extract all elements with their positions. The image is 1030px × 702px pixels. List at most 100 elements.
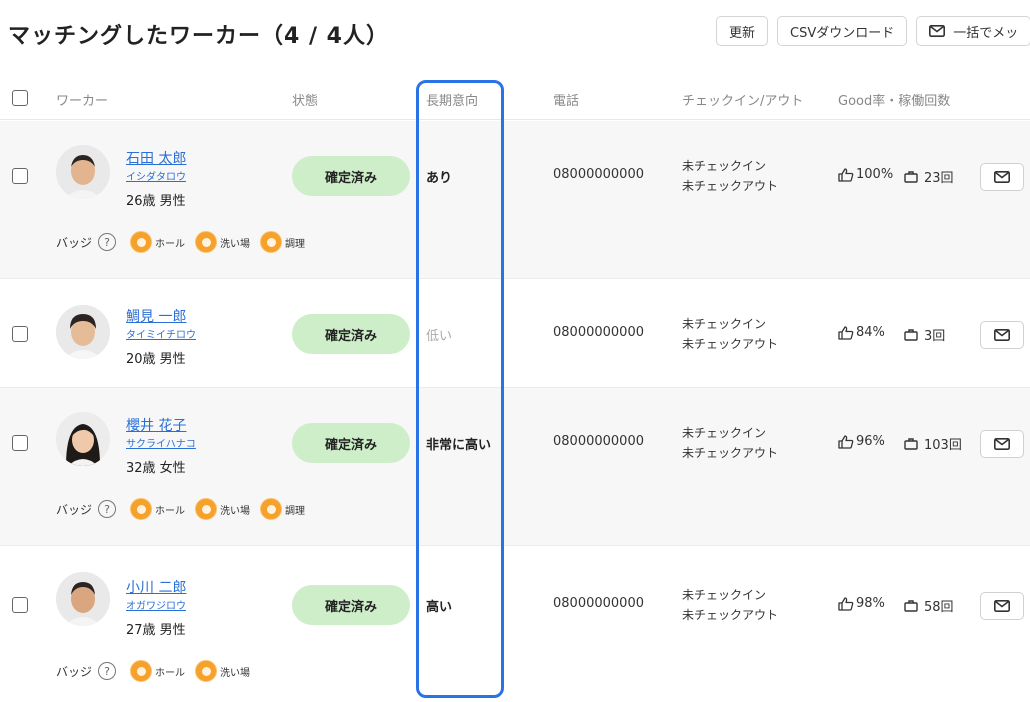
message-button[interactable] bbox=[980, 592, 1024, 620]
row-checkbox[interactable] bbox=[12, 326, 28, 342]
badge-list: バッジ ? ホール 洗い場 調理 bbox=[56, 231, 315, 253]
badge-hall: ホール bbox=[130, 231, 185, 253]
avatar bbox=[56, 572, 110, 626]
badge-cooking: 調理 bbox=[260, 231, 305, 253]
long-term-intent: 低い bbox=[426, 329, 453, 344]
checkin-status: 未チェックイン 未チェックアウト bbox=[682, 156, 778, 196]
long-term-intent: 非常に高い bbox=[426, 438, 492, 453]
good-rate-value: 98% bbox=[856, 596, 885, 611]
status-badge: 確定済み bbox=[292, 314, 410, 354]
mail-icon bbox=[994, 438, 1010, 450]
thumbs-up-icon bbox=[838, 596, 854, 611]
phone-number: 08000000000 bbox=[553, 167, 644, 182]
good-rate: 84% bbox=[838, 325, 885, 340]
worker-name-link[interactable]: 櫻井 花子 bbox=[126, 415, 186, 435]
avatar bbox=[56, 412, 110, 466]
bulk-message-label: 一括でメッ bbox=[953, 25, 1019, 41]
worker-age-gender: 32歳 女性 bbox=[126, 461, 186, 476]
badge-hall: ホール bbox=[130, 498, 185, 520]
work-count: 103回 bbox=[904, 434, 962, 453]
badge-icon bbox=[195, 498, 218, 520]
work-count: 58回 bbox=[904, 596, 954, 615]
checkin-status: 未チェックイン 未チェックアウト bbox=[682, 585, 778, 625]
worker-name-link[interactable]: 石田 太郎 bbox=[126, 148, 186, 168]
help-icon[interactable]: ? bbox=[98, 233, 117, 251]
message-button[interactable] bbox=[980, 163, 1024, 191]
checkin-status: 未チェックイン 未チェックアウト bbox=[682, 314, 778, 354]
badge-label: バッジ bbox=[56, 235, 93, 250]
work-count-value: 58回 bbox=[924, 600, 954, 615]
good-rate: 96% bbox=[838, 434, 885, 449]
checkout-text: 未チェックアウト bbox=[682, 179, 779, 193]
work-count: 23回 bbox=[904, 167, 954, 186]
row-checkbox[interactable] bbox=[12, 435, 28, 451]
badge-dishwash: 洗い場 bbox=[195, 231, 250, 253]
message-button[interactable] bbox=[980, 321, 1024, 349]
worker-kana-link[interactable]: オガワジロウ bbox=[126, 597, 186, 612]
table-header: ワーカー 状態 長期意向 電話 チェックイン/アウト Good率・稼働回数 bbox=[0, 78, 1030, 120]
row-checkbox[interactable] bbox=[12, 168, 28, 184]
badge-list: バッジ ? ホール 洗い場 bbox=[56, 660, 260, 682]
message-button[interactable] bbox=[980, 430, 1024, 458]
badge-icon bbox=[130, 498, 153, 520]
badge-dishwash: 洗い場 bbox=[195, 498, 250, 520]
badge-icon bbox=[195, 660, 218, 682]
mail-icon bbox=[994, 329, 1010, 341]
csv-download-button[interactable]: CSVダウンロード bbox=[777, 16, 908, 46]
thumbs-up-icon bbox=[838, 167, 854, 182]
worker-name-link[interactable]: 小川 二郎 bbox=[126, 577, 186, 597]
worker-kana-link[interactable]: サクライハナコ bbox=[126, 435, 196, 450]
badge-icon bbox=[260, 498, 283, 520]
briefcase-icon bbox=[904, 329, 918, 341]
briefcase-icon bbox=[904, 438, 918, 450]
briefcase-icon bbox=[904, 600, 918, 612]
work-count: 3回 bbox=[904, 325, 945, 344]
table-row: 石田 太郎 イシダタロウ 26歳 男性 確定済み あり 08000000000 … bbox=[0, 121, 1030, 279]
badge-icon bbox=[260, 231, 283, 253]
header-worker: ワーカー bbox=[56, 94, 109, 109]
work-count-value: 3回 bbox=[924, 329, 946, 344]
header-good-rate: Good率・稼働回数 bbox=[838, 94, 951, 109]
avatar bbox=[56, 305, 110, 359]
good-rate-value: 100% bbox=[856, 167, 894, 182]
header-phone: 電話 bbox=[553, 94, 580, 109]
worker-kana-link[interactable]: イシダタロウ bbox=[126, 168, 186, 183]
checkout-text: 未チェックアウト bbox=[682, 337, 779, 351]
checkin-status: 未チェックイン 未チェックアウト bbox=[682, 423, 778, 463]
badge-icon bbox=[130, 660, 153, 682]
badge-hall: ホール bbox=[130, 660, 185, 682]
checkin-text: 未チェックイン bbox=[682, 588, 767, 602]
toolbar: 更新 CSVダウンロード 一括でメッ bbox=[716, 16, 1030, 46]
checkin-text: 未チェックイン bbox=[682, 159, 767, 173]
badge-label: バッジ bbox=[56, 502, 93, 517]
badge-icon bbox=[130, 231, 153, 253]
help-icon[interactable]: ? bbox=[98, 500, 117, 518]
good-rate-value: 96% bbox=[856, 434, 885, 449]
good-rate-value: 84% bbox=[856, 325, 885, 340]
badge-dishwash: 洗い場 bbox=[195, 660, 250, 682]
worker-age-gender: 27歳 男性 bbox=[126, 623, 186, 638]
phone-number: 08000000000 bbox=[553, 325, 644, 340]
worker-age-gender: 26歳 男性 bbox=[126, 194, 186, 209]
mail-icon bbox=[929, 25, 946, 37]
good-rate: 98% bbox=[838, 596, 885, 611]
bulk-message-button[interactable]: 一括でメッ bbox=[916, 16, 1030, 46]
table-row: 櫻井 花子 サクライハナコ 32歳 女性 確定済み 非常に高い 08000000… bbox=[0, 388, 1030, 546]
status-badge: 確定済み bbox=[292, 423, 410, 463]
checkin-text: 未チェックイン bbox=[682, 317, 767, 331]
checkout-text: 未チェックアウト bbox=[682, 446, 779, 460]
worker-name-link[interactable]: 鯛見 一郎 bbox=[126, 306, 186, 326]
worker-kana-link[interactable]: タイミイチロウ bbox=[126, 326, 196, 341]
thumbs-up-icon bbox=[838, 434, 854, 449]
refresh-button[interactable]: 更新 bbox=[716, 16, 769, 46]
thumbs-up-icon bbox=[838, 325, 854, 340]
long-term-intent: あり bbox=[426, 171, 453, 186]
select-all-checkbox[interactable] bbox=[12, 90, 28, 106]
row-checkbox[interactable] bbox=[12, 597, 28, 613]
work-count-value: 103回 bbox=[924, 438, 962, 453]
badge-cooking: 調理 bbox=[260, 498, 305, 520]
help-icon[interactable]: ? bbox=[98, 662, 117, 680]
table-row: 小川 二郎 オガワジロウ 27歳 男性 確定済み 高い 08000000000 … bbox=[0, 546, 1030, 702]
table-row: 鯛見 一郎 タイミイチロウ 20歳 男性 確定済み 低い 08000000000… bbox=[0, 279, 1030, 388]
good-rate: 100% bbox=[838, 167, 893, 182]
